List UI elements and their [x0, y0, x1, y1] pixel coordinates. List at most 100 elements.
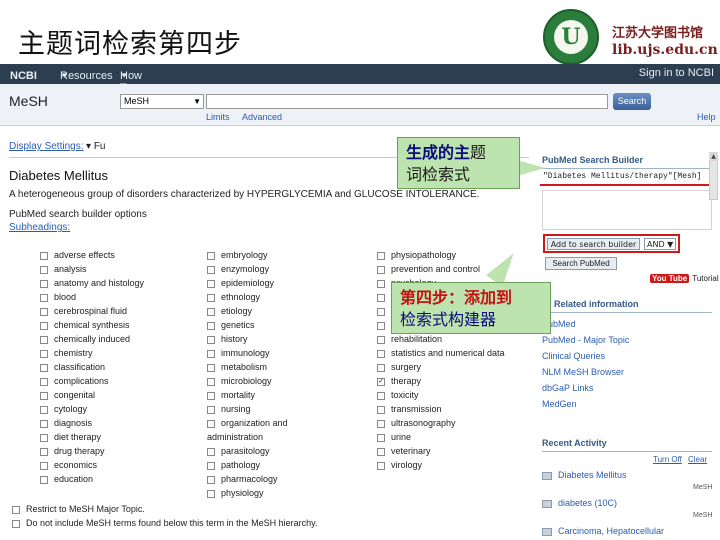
subheading-option[interactable]: chemically induced	[40, 332, 144, 346]
checkbox[interactable]	[377, 293, 385, 302]
checkbox[interactable]	[40, 363, 48, 372]
subheading-option[interactable]: physiology	[207, 486, 288, 500]
subheading-option[interactable]: metabolism	[207, 360, 288, 374]
subheading-option[interactable]: parasitology	[207, 444, 288, 458]
subheading-option[interactable]: cerebrospinal fluid	[40, 304, 144, 318]
search-input[interactable]	[206, 94, 608, 109]
youtube-tutorial-link[interactable]: You Tube Tutorial	[650, 274, 719, 283]
checkbox[interactable]	[377, 433, 385, 442]
checkbox[interactable]	[207, 447, 215, 456]
subheading-option[interactable]: cytology	[40, 402, 144, 416]
checkbox[interactable]	[207, 405, 215, 414]
recent-activity-item[interactable]: Diabetes Mellitus	[542, 470, 627, 480]
checkbox[interactable]	[40, 475, 48, 484]
database-select[interactable]: MeSH ▼	[120, 94, 204, 109]
scroll-up-icon[interactable]: ▲	[709, 152, 718, 161]
subheading-option[interactable]: ultrasonography	[377, 416, 505, 430]
checkbox[interactable]	[40, 265, 48, 274]
subheading-option[interactable]: diagnosis	[40, 416, 144, 430]
checkbox[interactable]	[40, 279, 48, 288]
checkbox[interactable]	[40, 377, 48, 386]
checkbox[interactable]	[40, 391, 48, 400]
checkbox[interactable]	[207, 307, 215, 316]
subheading-option[interactable]: pathology	[207, 458, 288, 472]
display-settings-value[interactable]: ▾ Fu	[86, 141, 105, 152]
related-link[interactable]: PubMed	[542, 316, 629, 332]
boolean-operator-select[interactable]: AND ▼	[644, 238, 676, 250]
no-explode-option[interactable]: Do not include MeSH terms found below th…	[12, 518, 317, 528]
subheading-option[interactable]: ✓ therapy	[377, 374, 505, 388]
subheading-option[interactable]: congenital	[40, 388, 144, 402]
checkbox[interactable]	[377, 391, 385, 400]
checkbox[interactable]	[377, 321, 385, 330]
subheading-option[interactable]: diet therapy	[40, 430, 144, 444]
checkbox[interactable]	[207, 489, 215, 498]
recent-activity-item[interactable]: diabetes (10C)	[542, 498, 617, 508]
checkbox[interactable]	[377, 349, 385, 358]
subheading-option[interactable]: adverse effects	[40, 248, 144, 262]
subheading-option[interactable]: urine	[377, 430, 505, 444]
checkbox[interactable]	[377, 265, 385, 274]
checkbox[interactable]	[377, 279, 385, 288]
checkbox[interactable]	[207, 293, 215, 302]
subheading-option[interactable]: transmission	[377, 402, 505, 416]
subheading-option[interactable]: chemistry	[40, 346, 144, 360]
sign-in-link[interactable]: Sign in to NCBI	[639, 67, 714, 79]
related-link[interactable]: dbGaP Links	[542, 380, 629, 396]
subheading-option[interactable]: anatomy and histology	[40, 276, 144, 290]
checkbox[interactable]	[40, 447, 48, 456]
checkbox[interactable]	[40, 251, 48, 260]
checkbox[interactable]	[207, 419, 215, 428]
search-builder-query[interactable]: "Diabetes Mellitus/therapy"[Mesh]	[543, 172, 707, 184]
search-button[interactable]: Search	[613, 93, 651, 110]
subheading-option[interactable]: organization and	[207, 416, 288, 430]
subheading-option[interactable]: nursing	[207, 402, 288, 416]
limits-link[interactable]: Limits	[206, 112, 230, 122]
subheading-option[interactable]: etiology	[207, 304, 288, 318]
checkbox[interactable]	[40, 293, 48, 302]
checkbox[interactable]	[12, 505, 20, 514]
subheading-option[interactable]: embryology	[207, 248, 288, 262]
related-link[interactable]: MedGen	[542, 396, 629, 412]
help-link[interactable]: Help	[697, 112, 716, 122]
subheadings-link[interactable]: Subheadings:	[9, 222, 70, 233]
checkbox[interactable]	[377, 461, 385, 470]
subheading-option[interactable]: ethnology	[207, 290, 288, 304]
checkbox[interactable]	[40, 307, 48, 316]
checkbox[interactable]	[40, 321, 48, 330]
checkbox[interactable]	[377, 363, 385, 372]
clear-link[interactable]: Clear	[688, 455, 707, 464]
subheading-option[interactable]: epidemiology	[207, 276, 288, 290]
subheading-option[interactable]: toxicity	[377, 388, 505, 402]
search-builder-textarea[interactable]	[542, 190, 712, 230]
subheading-option[interactable]: economics	[40, 458, 144, 472]
subheading-option[interactable]: education	[40, 472, 144, 486]
checkbox[interactable]	[40, 405, 48, 414]
related-link[interactable]: NLM MeSH Browser	[542, 364, 629, 380]
subheading-option[interactable]: classification	[40, 360, 144, 374]
subheading-option[interactable]: history	[207, 332, 288, 346]
checkbox[interactable]	[377, 447, 385, 456]
checkbox[interactable]	[207, 251, 215, 260]
add-to-search-builder-button[interactable]: Add to search builder	[547, 238, 640, 250]
checkbox[interactable]	[207, 349, 215, 358]
subheading-option[interactable]: rehabilitation	[377, 332, 505, 346]
subheading-option[interactable]: administration	[207, 430, 288, 444]
related-link[interactable]: Clinical Queries	[542, 348, 629, 364]
subheading-option[interactable]: analysis	[40, 262, 144, 276]
subheading-option[interactable]: complications	[40, 374, 144, 388]
checkbox[interactable]	[207, 321, 215, 330]
subheading-option[interactable]: microbiology	[207, 374, 288, 388]
checkbox[interactable]	[12, 519, 20, 528]
checkbox[interactable]	[40, 335, 48, 344]
checkbox[interactable]	[207, 391, 215, 400]
checkbox[interactable]	[207, 461, 215, 470]
checkbox[interactable]	[207, 335, 215, 344]
search-pubmed-button[interactable]: Search PubMed	[545, 257, 617, 270]
subheading-option[interactable]: virology	[377, 458, 505, 472]
subheading-option[interactable]: physiopathology	[377, 248, 505, 262]
checkbox[interactable]	[207, 377, 215, 386]
checkbox[interactable]	[40, 433, 48, 442]
subheading-option[interactable]: blood	[40, 290, 144, 304]
restrict-major-topic-option[interactable]: Restrict to MeSH Major Topic.	[12, 504, 145, 514]
